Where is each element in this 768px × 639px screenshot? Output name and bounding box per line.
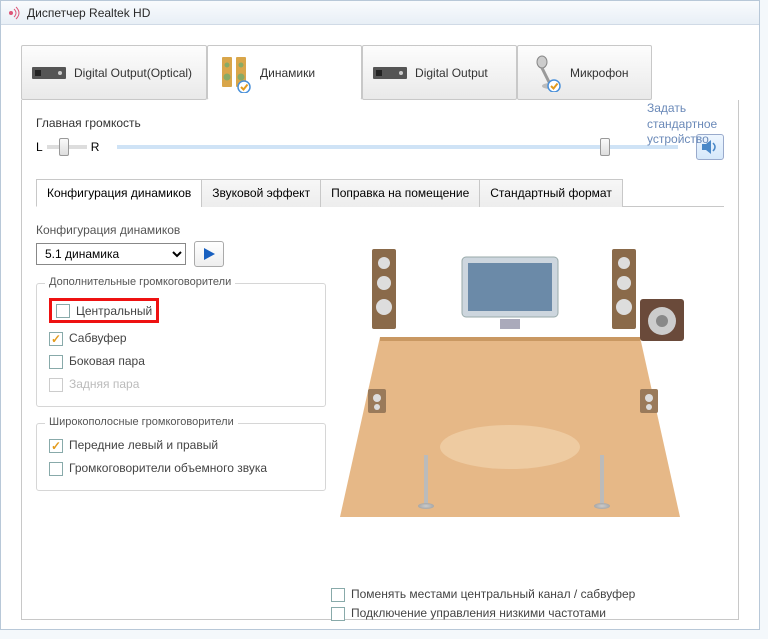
checkbox-label: Боковая пара: [69, 354, 145, 368]
device-panel: Главная громкость L R Задать стандартное…: [21, 100, 739, 620]
app-icon: [7, 6, 21, 20]
speaker-side-right[interactable]: [640, 389, 658, 413]
checkbox-surround[interactable]: [49, 462, 63, 476]
tab-digital-output-optical[interactable]: Digital Output(Optical): [21, 45, 207, 100]
device-tabs: Digital Output(Optical) Динамики Digital…: [21, 45, 739, 100]
sub-tab-format[interactable]: Стандартный формат: [479, 179, 623, 207]
wideband-group: Широкополосные громкоговорители Передние…: [36, 423, 326, 491]
config-label: Конфигурация динамиков: [36, 223, 326, 237]
checkbox-subwoofer[interactable]: [49, 332, 63, 346]
left-column: Конфигурация динамиков 5.1 динамика Допо…: [36, 223, 326, 527]
checkbox-label: Передние левый и правый: [69, 438, 218, 452]
play-button[interactable]: [194, 241, 224, 267]
balance-slider[interactable]: L R: [36, 140, 99, 154]
window: Диспетчер Realtek HD Digital Output(Opti…: [0, 0, 760, 630]
tv-icon: [460, 255, 560, 327]
tab-microphone[interactable]: Микрофон: [517, 45, 652, 100]
tab-label: Микрофон: [570, 66, 628, 80]
checkbox-side[interactable]: [49, 355, 63, 369]
microphone-icon: [528, 56, 562, 90]
sub-tab-effect[interactable]: Звуковой эффект: [201, 179, 321, 207]
checkbox-rear: [49, 378, 63, 392]
tab-label: Digital Output(Optical): [74, 66, 192, 80]
bottom-options: Поменять местами центральный канал / саб…: [331, 585, 635, 623]
group-title: Широкополосные громкоговорители: [45, 416, 238, 428]
highlight-center: Центральный: [49, 298, 159, 323]
body: Digital Output(Optical) Динамики Digital…: [1, 25, 759, 620]
speakers-icon: [218, 56, 252, 90]
config-select[interactable]: 5.1 динамика: [36, 243, 186, 265]
sub-tabs: Конфигурация динамиков Звуковой эффект П…: [36, 178, 724, 207]
set-default-link[interactable]: Задать стандартное устройство: [647, 101, 747, 148]
checkbox-center[interactable]: [56, 304, 70, 318]
tab-speakers[interactable]: Динамики: [207, 45, 362, 100]
speaker-rear-right[interactable]: [600, 455, 604, 505]
tab-label: Digital Output: [415, 66, 488, 80]
checkbox-bass-management[interactable]: [331, 607, 345, 621]
tab-label: Динамики: [260, 66, 315, 80]
checkbox-label: Подключение управления низкими частотами: [351, 606, 606, 620]
main-volume-title: Главная громкость: [36, 116, 724, 130]
volume-row: L R: [36, 134, 724, 160]
receiver-icon: [32, 56, 66, 90]
label-l: L: [36, 140, 43, 154]
tab-digital-output[interactable]: Digital Output: [362, 45, 517, 100]
volume-slider[interactable]: [117, 145, 678, 149]
speaker-front-right[interactable]: [612, 249, 636, 329]
checkbox-label: Громкоговорители объемного звука: [69, 461, 267, 475]
checkbox-front[interactable]: [49, 439, 63, 453]
room-preview: [340, 223, 724, 527]
group-title: Дополнительные громкоговорители: [45, 276, 235, 288]
checkbox-label: Поменять местами центральный канал / саб…: [351, 587, 635, 601]
sub-tab-config[interactable]: Конфигурация динамиков: [36, 179, 202, 207]
sub-tab-room[interactable]: Поправка на помещение: [320, 179, 480, 207]
extra-speakers-group: Дополнительные громкоговорители Централь…: [36, 283, 326, 407]
titlebar: Диспетчер Realtek HD: [1, 1, 759, 25]
receiver-icon: [373, 56, 407, 90]
speaker-front-left[interactable]: [372, 249, 396, 329]
checkbox-label: Сабвуфер: [69, 331, 127, 345]
speaker-rear-left[interactable]: [424, 455, 428, 505]
checkbox-label: Задняя пара: [69, 377, 139, 391]
speaker-subwoofer[interactable]: [640, 299, 686, 345]
checkbox-label: Центральный: [76, 304, 152, 318]
window-title: Диспетчер Realtek HD: [27, 6, 150, 20]
label-r: R: [91, 140, 100, 154]
sub-body: Конфигурация динамиков 5.1 динамика Допо…: [36, 207, 724, 527]
speaker-side-left[interactable]: [368, 389, 386, 413]
checkbox-swap-center-sub[interactable]: [331, 588, 345, 602]
